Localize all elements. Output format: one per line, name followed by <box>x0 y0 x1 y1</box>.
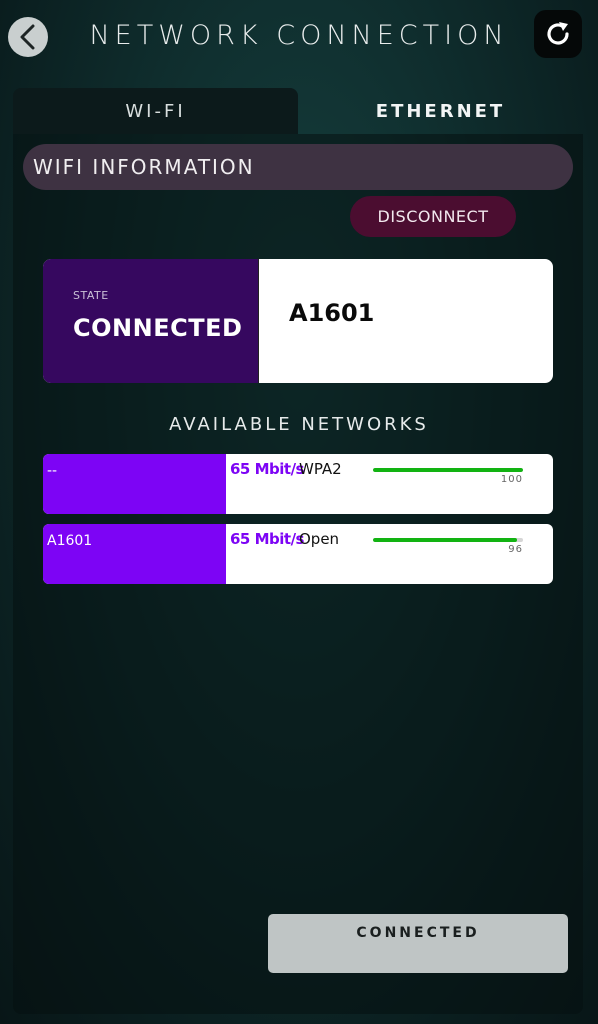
wifi-information-header: WIFI INFORMATION <box>23 144 573 190</box>
connected-status-button[interactable]: CONNECTED <box>268 914 568 973</box>
network-name: A1601 <box>43 524 226 584</box>
connected-ssid: A1601 <box>289 299 375 327</box>
signal-strength-fill <box>373 468 523 472</box>
signal-strength-bar <box>373 538 523 542</box>
state-label: STATE <box>73 289 109 302</box>
refresh-icon <box>547 22 569 45</box>
available-networks-title: AVAILABLE NETWORKS <box>169 414 429 435</box>
refresh-button[interactable] <box>534 10 582 58</box>
network-speed: 65 Mbit/s <box>230 460 304 478</box>
state-value: CONNECTED <box>73 314 243 342</box>
signal-strength-value: 96 <box>508 544 523 555</box>
network-security: Open <box>299 530 340 548</box>
signal-strength-bar <box>373 468 523 472</box>
signal-strength-value: 100 <box>500 474 523 485</box>
disconnect-button[interactable]: DISCONNECT <box>350 196 516 237</box>
tab-wifi[interactable]: WI-FI <box>13 88 298 134</box>
network-row[interactable]: -- 65 Mbit/s WPA2 100 <box>43 454 553 514</box>
tab-ethernet[interactable]: ETHERNET <box>298 88 583 134</box>
network-security: WPA2 <box>299 460 342 478</box>
connection-status-card: STATE CONNECTED A1601 <box>43 259 553 383</box>
page-title: NETWORK CONNECTION <box>89 20 509 51</box>
network-name: -- <box>43 454 226 514</box>
network-row[interactable]: A1601 65 Mbit/s Open 96 <box>43 524 553 584</box>
network-speed: 65 Mbit/s <box>230 530 304 548</box>
signal-strength-fill <box>373 538 517 542</box>
state-block: STATE CONNECTED <box>43 259 259 383</box>
